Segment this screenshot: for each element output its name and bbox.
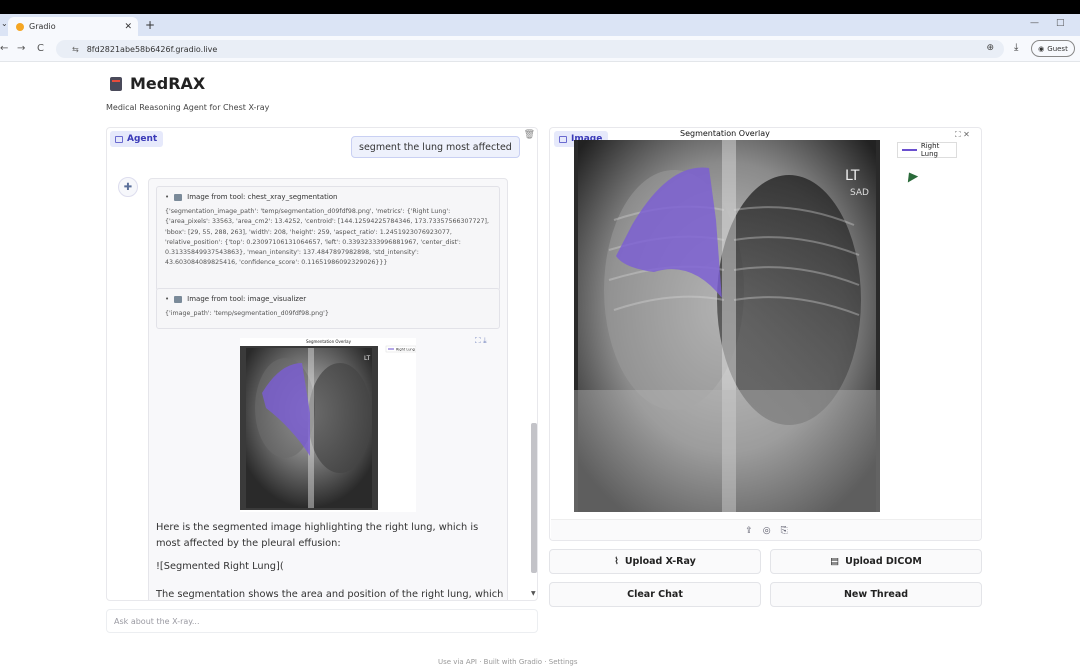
tool2-title: Image from tool: image_visualizer <box>187 295 307 303</box>
expand-toggle-icon[interactable]: • <box>165 193 169 201</box>
new-thread-button[interactable]: New Thread <box>770 582 982 607</box>
legend-label: Right Lung <box>920 142 940 158</box>
address-bar-row: ← → C ⇆ 8fd2821abe58b6426f.gradio.live ⊕… <box>0 36 1080 62</box>
profile-label: Guest <box>1047 44 1068 53</box>
gradio-footer[interactable]: Use via API · Built with Gradio · Settin… <box>438 658 577 666</box>
tool2-output-text: {'image_path': 'temp/segmentation_d09fdf… <box>165 310 329 317</box>
app-subtitle: Medical Reasoning Agent for Chest X-ray <box>106 103 270 112</box>
upload-icon[interactable]: ⇪ <box>745 526 753 536</box>
webcam-icon[interactable]: ◎ <box>763 526 771 536</box>
mini-segmentation-image[interactable]: Segmentation Overlay LT Right Lung <box>240 338 417 512</box>
agent-chat-panel: Agent 🗑 segment the lung most affected ✚… <box>106 127 538 601</box>
tool1-output-text: {'segmentation_image_path': 'temp/segmen… <box>165 208 489 267</box>
back-icon[interactable]: ← <box>0 43 8 54</box>
overlay-title: Segmentation Overlay <box>680 129 770 138</box>
mini-lt-marker: LT <box>364 355 371 362</box>
upload-xray-label: Upload X-Ray <box>624 556 696 567</box>
tool-output-visualizer[interactable]: • Image from tool: image_visualizer {'im… <box>156 288 500 329</box>
window-top-strip <box>0 0 1080 14</box>
scroll-down-icon[interactable]: ▼ <box>531 590 536 597</box>
sad-marker: SAD <box>850 188 869 198</box>
fullscreen-close-icons[interactable]: ⛶ ✕ <box>955 130 970 140</box>
xray-segmentation-image[interactable]: LT SAD <box>574 140 880 512</box>
mini-legend: Right Lung <box>396 348 415 352</box>
paperclip-icon: ⌇ <box>614 556 619 567</box>
restore-icon[interactable]: □ <box>1056 18 1065 28</box>
chatbot-icon <box>115 135 123 143</box>
minimize-icon[interactable]: — <box>1030 18 1039 28</box>
mini-overlay-title: Segmentation Overlay <box>306 339 352 344</box>
agent-panel-label: Agent <box>110 131 164 147</box>
legend-swatch <box>902 149 917 151</box>
bot-response-paragraph-2: ![Segmented Right Lung]( <box>156 561 284 572</box>
image-icon <box>174 193 183 201</box>
forward-icon[interactable]: → <box>17 43 25 54</box>
image-panel: Image Segmentation Overlay ⛶ ✕ LT SAD Ri… <box>549 127 982 541</box>
clear-chat-button[interactable]: Clear Chat <box>549 582 761 607</box>
upload-dicom-label: Upload DICOM <box>845 556 922 567</box>
app-title: MedRAX <box>110 74 205 93</box>
bot-response-paragraph-3: The segmentation shows the area and posi… <box>156 589 504 600</box>
user-message: segment the lung most affected <box>351 136 520 158</box>
tab-strip: ⌄ Gradio ✕ + — □ <box>0 14 1080 36</box>
mouse-cursor-icon <box>903 169 919 183</box>
url-field[interactable]: ⇆ 8fd2821abe58b6426f.gradio.live ⊕ <box>56 40 1004 58</box>
image-toolbar: ⇪ ◎ ⎘ <box>551 519 981 540</box>
profile-button[interactable]: ◉ Guest <box>1031 40 1075 57</box>
overlay-legend: Right Lung <box>897 142 957 158</box>
upload-dicom-button[interactable]: ▤ Upload DICOM <box>770 549 982 574</box>
bot-avatar-icon: ✚ <box>118 177 138 197</box>
image-icon <box>174 295 183 303</box>
tool1-title: Image from tool: chest_xray_segmentation <box>187 193 338 201</box>
upload-xray-button[interactable]: ⌇ Upload X-Ray <box>549 549 761 574</box>
new-thread-label: New Thread <box>843 589 909 600</box>
app-title-text: MedRAX <box>130 74 206 93</box>
medrax-logo-icon <box>110 76 122 91</box>
download-icon[interactable]: ⤓ <box>1014 42 1018 53</box>
document-icon: ▤ <box>830 556 840 567</box>
clear-chat-label: Clear Chat <box>627 589 683 600</box>
zoom-icon[interactable]: ⊕ <box>986 43 994 53</box>
bot-message: • Image from tool: chest_xray_segmentati… <box>148 178 508 600</box>
profile-icon: ◉ <box>1038 44 1045 53</box>
gradio-favicon-icon <box>16 22 24 31</box>
chat-scrollbar-thumb[interactable] <box>531 423 537 573</box>
new-tab-icon[interactable]: + <box>145 18 155 32</box>
agent-label-text: Agent <box>127 134 158 144</box>
url-text: 8fd2821abe58b6426f.gradio.live <box>86 44 218 54</box>
browser-tab[interactable]: Gradio ✕ <box>8 17 138 36</box>
image-label-icon <box>559 135 567 143</box>
close-tab-icon[interactable]: ✕ <box>124 22 132 32</box>
chat-input[interactable]: Ask about the X-ray... <box>106 609 538 633</box>
chat-input-placeholder: Ask about the X-ray... <box>114 616 200 626</box>
expand-toggle-icon[interactable]: • <box>165 295 169 303</box>
site-info-icon[interactable]: ⇆ <box>72 45 79 54</box>
lt-marker: LT <box>845 168 860 184</box>
tab-search-icon[interactable]: ⌄ <box>1 19 8 28</box>
clipboard-icon[interactable]: ⎘ <box>781 526 788 536</box>
mini-image-actions[interactable]: ⛶ ⤓ <box>475 336 487 346</box>
tab-title: Gradio <box>29 22 56 31</box>
reload-icon[interactable]: C <box>37 43 44 54</box>
tool-output-segmentation[interactable]: • Image from tool: chest_xray_segmentati… <box>156 186 500 291</box>
bot-response-paragraph-1: Here is the segmented image highlighting… <box>156 522 479 549</box>
